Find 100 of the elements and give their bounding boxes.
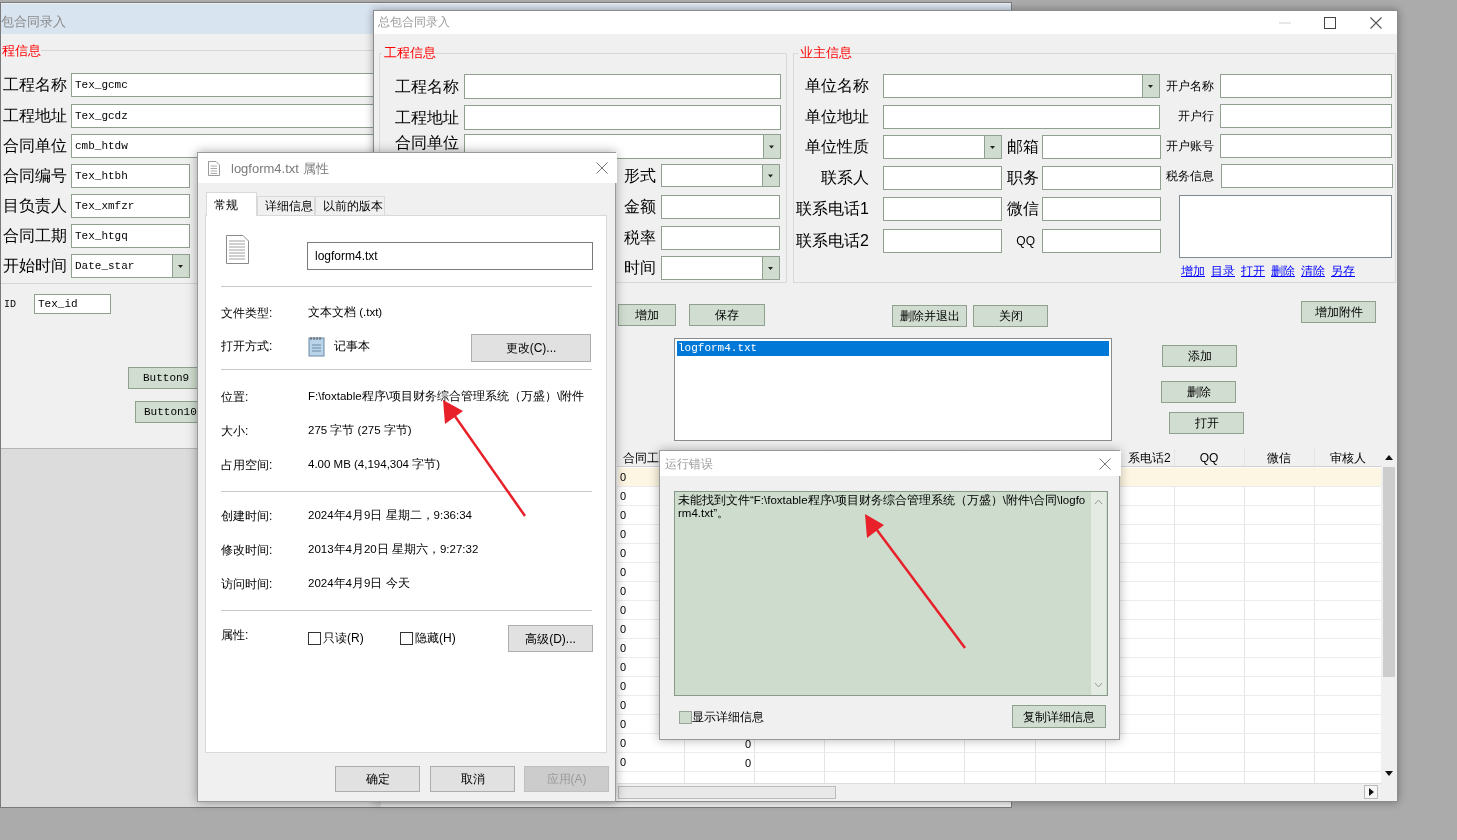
text-field[interactable]	[661, 195, 780, 219]
table-cell-text: 0	[620, 697, 628, 713]
close-icon[interactable]	[1370, 17, 1382, 29]
link[interactable]: 目录	[1211, 263, 1237, 279]
scrollbar-thumb[interactable]	[618, 786, 836, 799]
button[interactable]: 增加附件	[1301, 301, 1376, 323]
button[interactable]: 保存	[689, 304, 765, 326]
text-field[interactable]: Tex_xmfzr	[71, 194, 190, 218]
checkbox[interactable]	[308, 632, 321, 645]
memo-field[interactable]	[1179, 195, 1392, 258]
column-header[interactable]: 系电话2	[1122, 449, 1172, 467]
field-label: 位置:	[221, 389, 250, 406]
field-label: 打开方式:	[221, 338, 274, 355]
text-field[interactable]	[464, 105, 781, 130]
combo-box[interactable]	[661, 164, 780, 187]
field-label: 合同编号	[3, 166, 68, 186]
field-value: 275 字节 (275 字节)	[308, 423, 413, 439]
button[interactable]: 添加	[1162, 345, 1237, 367]
table-cell-text: 0	[620, 564, 628, 580]
text-field[interactable]	[883, 166, 1002, 190]
tab[interactable]: 常规	[206, 192, 257, 216]
combo-box[interactable]	[661, 256, 780, 280]
field-label: 联系电话1	[796, 199, 870, 219]
field-label: 单位名称	[804, 76, 869, 96]
close-icon[interactable]	[1099, 458, 1111, 470]
button[interactable]: 高级(D)...	[508, 625, 593, 652]
button[interactable]: 更改(C)...	[471, 334, 591, 362]
checkbox[interactable]	[679, 711, 692, 724]
field-label: 单位性质	[804, 137, 869, 157]
field-label: 时间	[623, 258, 656, 278]
checkbox-label: 隐藏(H)	[415, 630, 457, 647]
group-title: 程信息	[2, 43, 42, 59]
link[interactable]: 打开	[1241, 263, 1267, 279]
text-field[interactable]	[464, 74, 781, 99]
list-item[interactable]: logform4.txt	[677, 341, 1109, 356]
tab[interactable]: 详细信息	[257, 196, 315, 216]
text-field[interactable]	[661, 226, 780, 250]
text-field[interactable]	[1220, 104, 1392, 128]
field-label: 工程名称	[3, 75, 68, 95]
close-icon[interactable]	[596, 162, 608, 174]
text-field[interactable]: Tex_id	[34, 294, 111, 314]
scroll-right-icon[interactable]	[1364, 785, 1378, 799]
tab[interactable]: 以前的版本	[315, 196, 385, 216]
checkbox-label: 只读(R)	[323, 630, 365, 647]
button[interactable]: 关闭	[973, 305, 1048, 327]
button[interactable]: 打开	[1169, 412, 1244, 434]
text-field[interactable]	[883, 197, 1002, 221]
text-field[interactable]	[1042, 197, 1161, 221]
button[interactable]: 确定	[335, 766, 420, 792]
combo-box[interactable]	[883, 135, 1002, 159]
text-field[interactable]	[1042, 166, 1161, 190]
button[interactable]: 复制详细信息	[1012, 705, 1106, 728]
text-field[interactable]: Tex_htbh	[71, 164, 190, 188]
scrollbar-thumb[interactable]	[1383, 467, 1395, 677]
text-field[interactable]	[1042, 135, 1161, 159]
button[interactable]: 增加	[618, 304, 676, 326]
link[interactable]: 清除	[1301, 263, 1327, 279]
field-label: 属性:	[221, 627, 250, 644]
text-field[interactable]	[1220, 74, 1392, 98]
field-label: 工程地址	[394, 107, 459, 128]
table-cell-text: 0	[620, 640, 628, 656]
link[interactable]: 删除	[1271, 263, 1297, 279]
field-label: 开始时间	[3, 256, 68, 276]
combo-box[interactable]	[883, 74, 1160, 98]
field-label: 税务信息	[1165, 168, 1214, 185]
group-title: 工程信息	[382, 45, 434, 61]
scrollbar[interactable]	[1091, 492, 1106, 695]
window-title: 包合同录入	[1, 14, 67, 30]
field-label: 开户名称	[1165, 78, 1214, 95]
button[interactable]: 删除	[1161, 381, 1236, 403]
text-field[interactable]	[1221, 164, 1393, 188]
column-header[interactable]: 微信	[1244, 449, 1314, 467]
column-header[interactable]: 审核人	[1314, 449, 1381, 467]
field-label: 金额	[623, 197, 656, 217]
text-field[interactable]	[1042, 229, 1161, 253]
text-field[interactable]	[883, 229, 1002, 253]
text-field[interactable]: Tex_htgq	[71, 224, 190, 248]
field-value: 文本文档 (.txt)	[308, 305, 384, 321]
text-field[interactable]: Tex_gcdz	[71, 104, 374, 128]
field-label: 联系人	[820, 168, 869, 188]
field-label: 大小:	[221, 423, 250, 440]
text-field[interactable]: logform4.txt	[307, 242, 593, 270]
text-field[interactable]	[1220, 134, 1392, 158]
maximize-icon[interactable]	[1324, 17, 1336, 29]
combo-box[interactable]: Date_star	[71, 254, 190, 278]
link[interactable]: 另存	[1331, 263, 1357, 279]
text-field[interactable]	[883, 105, 1160, 129]
column-header[interactable]: QQ	[1174, 449, 1244, 467]
button[interactable]: 删除并退出	[892, 305, 967, 327]
group-title: 业主信息	[798, 45, 850, 61]
checkbox[interactable]	[400, 632, 413, 645]
text-field[interactable]: Tex_gcmc	[71, 73, 374, 97]
field-label: 创建时间:	[221, 508, 274, 525]
scrollbar[interactable]	[617, 783, 1381, 799]
table-cell-text: 0	[620, 735, 628, 751]
table-cell-text: 0	[620, 754, 628, 770]
button[interactable]: 取消	[430, 766, 515, 792]
notepad-icon	[308, 336, 326, 357]
field-value: F:\foxtable程序\项目财务综合管理系统（万盛）\附件	[308, 389, 586, 405]
link[interactable]: 增加	[1181, 263, 1207, 279]
